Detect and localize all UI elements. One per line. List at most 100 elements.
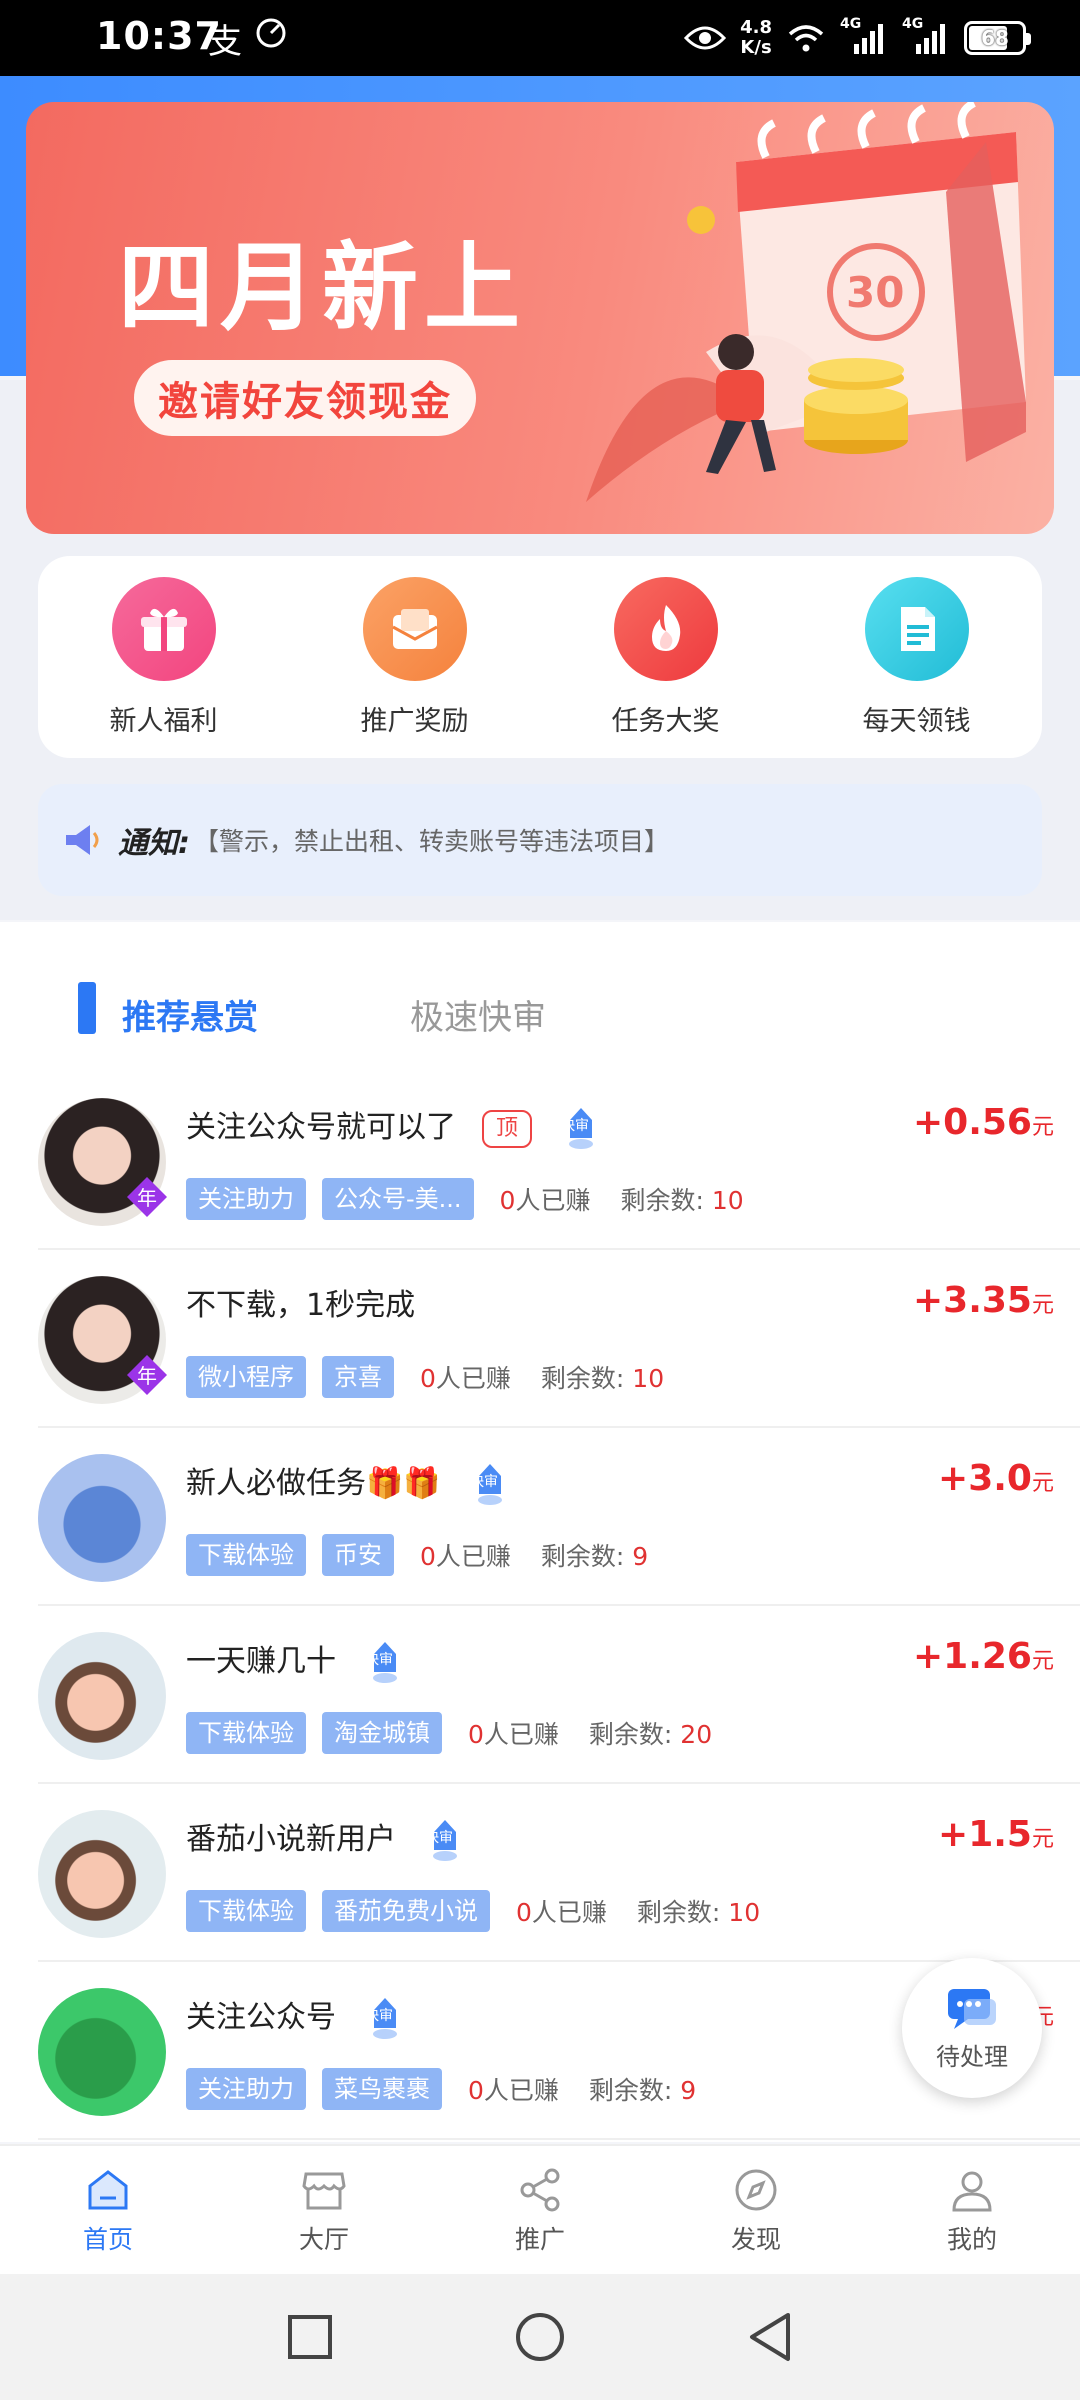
home-icon bbox=[88, 2170, 128, 2210]
calendar-illustration: 30 bbox=[586, 102, 1026, 502]
task-tags: 微小程序 京喜 0人已赚 剩余数: 10 bbox=[186, 1356, 664, 1398]
speedometer-icon bbox=[256, 18, 286, 48]
earned-count: 0人已赚 bbox=[468, 2076, 559, 2105]
task-tag: 币安 bbox=[322, 1534, 394, 1576]
remaining-count: 剩余数: 20 bbox=[588, 1720, 713, 1749]
task-tags: 下载体验 番茄免费小说 0人已赚 剩余数: 10 bbox=[186, 1890, 760, 1932]
task-title-text: 关注公众号就可以了 bbox=[186, 1110, 456, 1145]
task-title-text: 新人必做任务🎁🎁 bbox=[186, 1466, 441, 1501]
task-row[interactable]: 一天赚几十 快审 下载体验 淘金城镇 0人已赚 剩余数: 20 +1.26元 bbox=[38, 1606, 1080, 1784]
tab-fast-review[interactable]: 极速快审 bbox=[410, 990, 546, 1039]
bottom-nav: 首页 大厅 推广 发现 我的 bbox=[0, 2144, 1080, 2274]
task-tags: 下载体验 淘金城镇 0人已赚 剩余数: 20 bbox=[186, 1712, 712, 1754]
reward-amount: +3.35元 bbox=[912, 1280, 1054, 1321]
signal-2-label: 4G bbox=[902, 16, 924, 32]
quick-item-label: 推广奖励 bbox=[360, 705, 469, 737]
reward-amount: +3.0元 bbox=[938, 1458, 1054, 1499]
fast-review-icon: 快审 bbox=[467, 1462, 513, 1508]
svg-text:年: 年 bbox=[137, 1186, 157, 1210]
task-tag: 公众号-美... bbox=[322, 1178, 474, 1220]
net-speed-value: 4.8 bbox=[740, 17, 772, 38]
avatar bbox=[38, 1810, 166, 1938]
year-badge-icon: 年 bbox=[127, 1355, 167, 1395]
store-icon bbox=[302, 2172, 346, 2210]
task-title: 番茄小说新用户 快审 bbox=[186, 1814, 468, 1864]
task-tag: 淘金城镇 bbox=[322, 1712, 442, 1754]
pending-button[interactable]: 待处理 bbox=[902, 1958, 1042, 2098]
reward-amount: +1.5元 bbox=[938, 1814, 1054, 1855]
earned-count: 0人已赚 bbox=[516, 1898, 607, 1927]
nav-discover[interactable]: 发现 bbox=[666, 2146, 846, 2274]
svg-text:快审: 快审 bbox=[470, 1474, 498, 1490]
app-root: 10:37 支 4.8 K/s 4G 4G 68 四月新上 邀请好友领现金 30… bbox=[0, 0, 1080, 2400]
task-row[interactable]: 番茄小说新用户 快审 下载体验 番茄免费小说 0人已赚 剩余数: 10 +1.5元 bbox=[38, 1784, 1080, 1962]
earned-count: 0人已赚 bbox=[420, 1364, 511, 1393]
nav-hall[interactable]: 大厅 bbox=[234, 2146, 414, 2274]
home-circle-icon[interactable] bbox=[514, 2311, 566, 2363]
reward-amount: +0.56元 bbox=[912, 1102, 1054, 1143]
svg-text:快审: 快审 bbox=[365, 1652, 393, 1668]
task-row[interactable]: 年 不下载，1秒完成 微小程序 京喜 0人已赚 剩余数: 10 +3.35元 bbox=[38, 1250, 1080, 1428]
notice-text: 【警示，禁止出租、转卖账号等违法项目】 bbox=[194, 827, 670, 856]
status-time: 10:37 bbox=[96, 14, 222, 58]
nav-label: 大厅 bbox=[298, 2225, 349, 2254]
remaining-count: 剩余数: 9 bbox=[588, 2076, 697, 2105]
fast-review-icon: 快审 bbox=[362, 1640, 408, 1686]
task-row[interactable]: 年 关注公众号就可以了顶 快审 关注助力 公众号-美... 0人已赚 剩余数: 1… bbox=[38, 1072, 1080, 1250]
signal-1: 4G bbox=[840, 16, 888, 56]
signal-1-label: 4G bbox=[840, 16, 862, 32]
tab-active-indicator bbox=[78, 982, 96, 1034]
task-tags: 关注助力 菜鸟裹裹 0人已赚 剩余数: 9 bbox=[186, 2068, 696, 2110]
quick-item-daily[interactable]: 每天领钱 bbox=[817, 576, 1017, 738]
avatar bbox=[38, 1632, 166, 1760]
remaining-count: 剩余数: 10 bbox=[636, 1898, 761, 1927]
nav-home[interactable]: 首页 bbox=[18, 2146, 198, 2274]
earned-count: 0人已赚 bbox=[420, 1542, 511, 1571]
reward-amount: +1.26元 bbox=[912, 1636, 1054, 1677]
share-icon bbox=[520, 2168, 560, 2212]
gift-icon bbox=[111, 576, 216, 681]
remaining-count: 剩余数: 9 bbox=[540, 1542, 649, 1571]
task-tag: 菜鸟裹裹 bbox=[322, 2068, 442, 2110]
tab-recommended-rewards[interactable]: 推荐悬赏 bbox=[122, 990, 258, 1039]
quick-item-label: 每天领钱 bbox=[862, 705, 971, 737]
avatar bbox=[38, 1988, 166, 2116]
task-title: 关注公众号 快审 bbox=[186, 1992, 408, 2042]
svg-text:年: 年 bbox=[137, 1364, 157, 1388]
earned-count: 0人已赚 bbox=[468, 1720, 559, 1749]
back-triangle-icon[interactable] bbox=[746, 2311, 794, 2363]
envelope-icon bbox=[362, 576, 467, 681]
promo-banner[interactable]: 四月新上 邀请好友领现金 30 bbox=[26, 102, 1054, 534]
svg-text:快审: 快审 bbox=[365, 2008, 393, 2024]
task-title-text: 一天赚几十 bbox=[186, 1644, 336, 1679]
earned-count: 0人已赚 bbox=[499, 1186, 591, 1215]
fast-review-icon: 快审 bbox=[362, 1996, 408, 2042]
task-row[interactable]: 新人必做任务🎁🎁 快审 下载体验 币安 0人已赚 剩余数: 9 +3.0元 bbox=[38, 1428, 1080, 1606]
recents-square-icon[interactable] bbox=[286, 2313, 334, 2361]
task-tag: 下载体验 bbox=[186, 1890, 306, 1932]
user-icon bbox=[952, 2171, 992, 2212]
quick-item-task-prize[interactable]: 任务大奖 bbox=[566, 576, 766, 738]
task-title-text: 关注公众号 bbox=[186, 2000, 336, 2035]
wifi-icon bbox=[788, 25, 824, 52]
nav-label: 发现 bbox=[730, 2225, 781, 2254]
chat-bubble-icon bbox=[948, 1988, 996, 2029]
nav-promote[interactable]: 推广 bbox=[450, 2146, 630, 2274]
invite-friends-button[interactable]: 邀请好友领现金 bbox=[134, 360, 476, 436]
task-tag: 下载体验 bbox=[186, 1534, 306, 1576]
status-bar: 10:37 支 4.8 K/s 4G 4G 68 bbox=[0, 0, 1080, 76]
notice-bar[interactable]: 通知: 【警示，禁止出租、转卖账号等违法项目】 bbox=[38, 784, 1042, 896]
remaining-count: 剩余数: 10 bbox=[540, 1364, 665, 1393]
quick-item-newbie[interactable]: 新人福利 bbox=[64, 576, 264, 738]
quick-menu: 新人福利 推广奖励 任务大奖 每天领钱 bbox=[38, 556, 1042, 758]
task-title: 不下载，1秒完成 bbox=[186, 1288, 416, 1323]
task-tag: 微小程序 bbox=[186, 1356, 306, 1398]
quick-item-promotion[interactable]: 推广奖励 bbox=[315, 576, 515, 738]
task-title: 关注公众号就可以了顶 快审 bbox=[186, 1102, 604, 1152]
quick-item-label: 新人福利 bbox=[109, 705, 218, 737]
eye-icon bbox=[684, 26, 727, 50]
nav-profile[interactable]: 我的 bbox=[882, 2146, 1062, 2274]
task-title-text: 番茄小说新用户 bbox=[186, 1822, 396, 1857]
task-tabs: 推荐悬赏 极速快审 bbox=[0, 952, 1080, 1042]
banner-title: 四月新上 bbox=[118, 232, 526, 344]
